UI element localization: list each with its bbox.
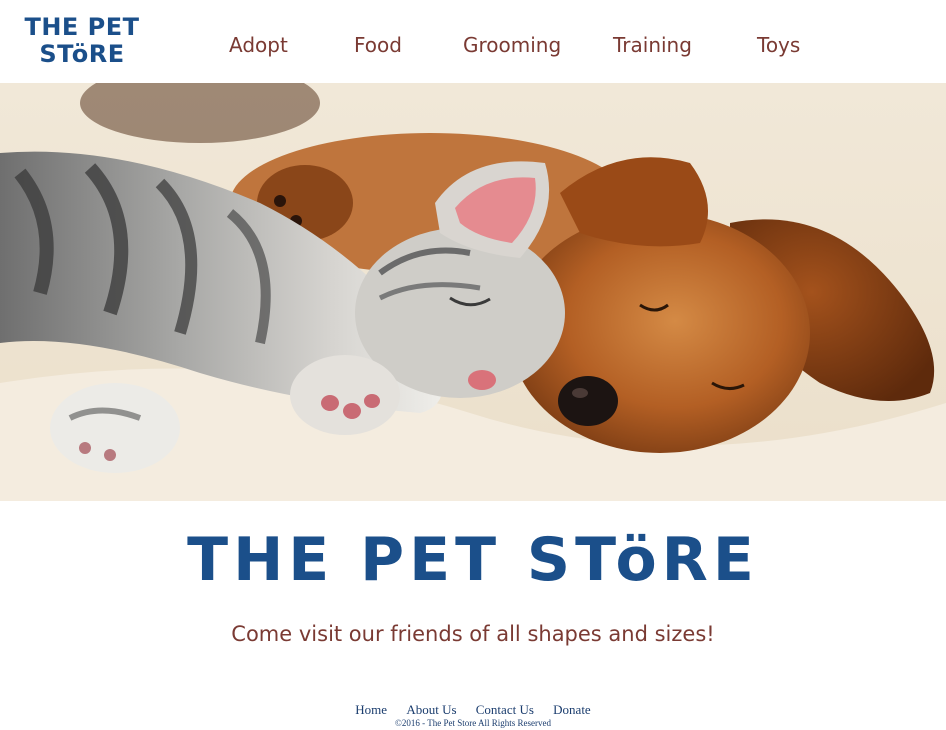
- copyright-notice: ©2016 - The Pet Store All Rights Reserve…: [395, 718, 551, 728]
- nav-food[interactable]: Food: [354, 33, 402, 57]
- footer-link-donate[interactable]: Donate: [553, 702, 591, 717]
- kitten-puppy-photo: [0, 83, 946, 501]
- logo-line-2: STöRE: [39, 40, 125, 68]
- footer-link-home[interactable]: Home: [355, 702, 387, 717]
- nav-toys[interactable]: Toys: [757, 33, 800, 57]
- site-logo[interactable]: THE PET STöRE: [18, 14, 146, 68]
- site-header: THE PET STöRE Adopt Food Grooming Traini…: [0, 0, 946, 83]
- footer-link-contact[interactable]: Contact Us: [476, 702, 534, 717]
- logo-line-1: THE PET: [24, 13, 140, 41]
- footer-link-about[interactable]: About Us: [406, 702, 456, 717]
- page-tagline: Come visit our friends of all shapes and…: [231, 622, 715, 646]
- nav-grooming[interactable]: Grooming: [463, 33, 561, 57]
- footer-nav: Home About Us Contact Us Donate: [0, 702, 946, 718]
- nav-training[interactable]: Training: [613, 33, 692, 57]
- hero-image: [0, 83, 946, 501]
- page-title: THE PET STöRE: [187, 525, 759, 595]
- nav-adopt[interactable]: Adopt: [229, 33, 288, 57]
